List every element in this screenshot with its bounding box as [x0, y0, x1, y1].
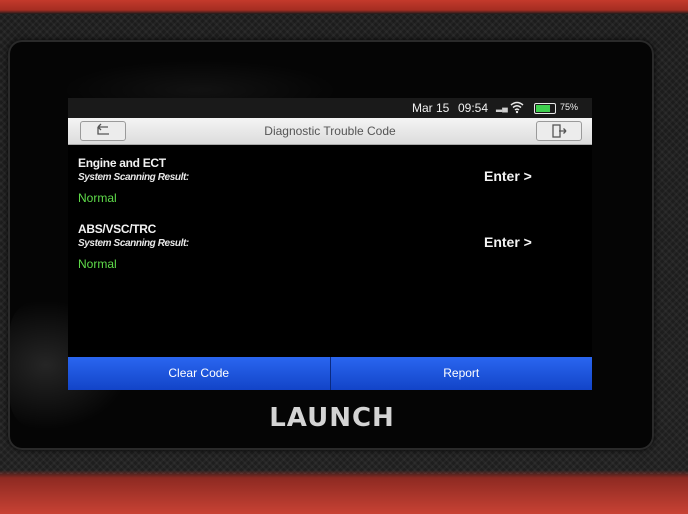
status-bar: Mar 15 09:54 ▂▄ 75% [68, 98, 592, 118]
enter-button-abs[interactable]: Enter > [484, 234, 532, 250]
tablet-screen: Mar 15 09:54 ▂▄ 75% Diagnostic Trouble C… [68, 98, 592, 390]
report-button[interactable]: Report [329, 357, 592, 390]
enter-button-engine[interactable]: Enter > [484, 168, 532, 184]
bottom-action-bar: Clear Code Report [68, 357, 592, 390]
scan-tool-device: Mar 15 09:54 ▂▄ 75% Diagnostic Trouble C… [0, 0, 688, 514]
page-title: Diagnostic Trouble Code [264, 124, 396, 138]
system-status: Normal [78, 257, 117, 271]
exit-button[interactable] [536, 121, 582, 141]
battery-percent: 75% [560, 102, 579, 112]
system-scan-label: System Scanning Result: [78, 238, 189, 249]
signal-icon: ▂▄ [496, 103, 508, 112]
status-time: 09:54 [458, 101, 489, 115]
system-name: Engine and ECT [78, 156, 166, 170]
back-button[interactable] [80, 121, 126, 141]
system-scan-label: System Scanning Result: [78, 172, 189, 183]
clear-code-button[interactable]: Clear Code [68, 357, 330, 390]
battery-icon [534, 103, 556, 114]
system-row-engine: Engine and ECT System Scanning Result: N… [68, 156, 592, 220]
battery-level-fill [536, 105, 550, 112]
system-name: ABS/VSC/TRC [78, 222, 157, 236]
system-row-abs: ABS/VSC/TRC System Scanning Result: Norm… [68, 222, 592, 286]
title-bar: Diagnostic Trouble Code [68, 118, 592, 145]
back-arrow-icon [97, 123, 109, 135]
status-date: Mar 15 [412, 101, 450, 115]
launch-logo: LAUNCH [269, 403, 395, 433]
exit-icon [552, 124, 567, 138]
wifi-icon [510, 101, 524, 114]
system-status: Normal [78, 191, 117, 205]
